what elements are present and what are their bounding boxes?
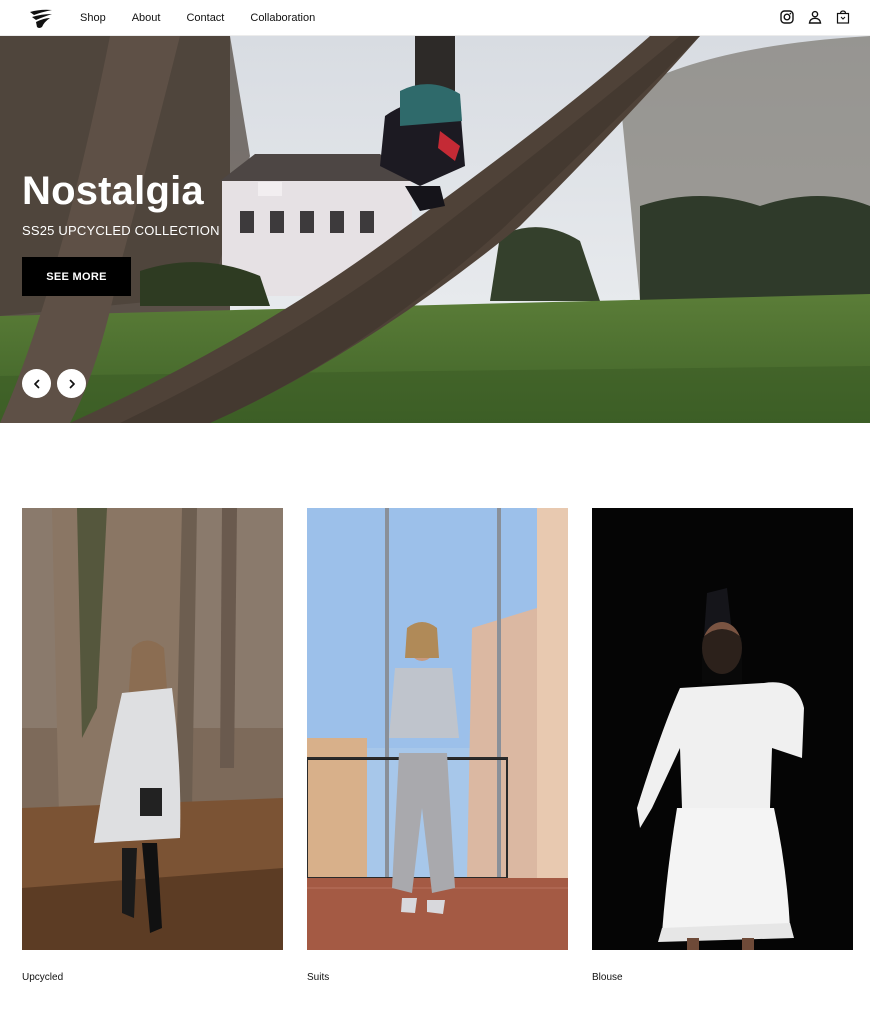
product-card-suits: Suits — [307, 508, 568, 983]
nav-contact[interactable]: Contact — [186, 12, 224, 24]
hero-title: Nostalgia — [22, 169, 204, 213]
hero-subtitle: SS25 UPCYCLED COLLECTION — [22, 223, 220, 238]
chevron-right-icon — [69, 379, 75, 388]
chevron-left-icon — [33, 379, 39, 388]
product-image-upcycled[interactable] — [22, 508, 283, 950]
shopping-bag-icon[interactable] — [836, 10, 850, 24]
hero-banner: Nostalgia SS25 UPCYCLED COLLECTION SEE M… — [0, 36, 870, 423]
product-image-suits[interactable] — [307, 508, 568, 950]
product-label-blouse[interactable]: Blouse — [592, 972, 623, 983]
nav-collaboration[interactable]: Collaboration — [250, 12, 315, 24]
product-image-blouse[interactable] — [592, 508, 853, 950]
product-label-suits[interactable]: Suits — [307, 972, 329, 983]
carousel-next-button[interactable] — [57, 369, 86, 398]
header-actions — [780, 10, 850, 24]
nav-about[interactable]: About — [132, 12, 161, 24]
product-card-upcycled: Upcycled — [22, 508, 283, 983]
product-label-upcycled[interactable]: Upcycled — [22, 972, 63, 983]
nav-shop[interactable]: Shop — [80, 12, 106, 24]
carousel-prev-button[interactable] — [22, 369, 51, 398]
user-icon[interactable] — [808, 10, 822, 24]
product-card-blouse: Blouse — [592, 508, 853, 983]
instagram-icon[interactable] — [780, 10, 794, 24]
brand-logo-icon[interactable] — [28, 8, 54, 30]
site-header: Shop About Contact Collaboration — [0, 0, 870, 36]
main-nav: Shop About Contact Collaboration — [80, 0, 315, 36]
see-more-button[interactable]: SEE MORE — [22, 257, 131, 296]
